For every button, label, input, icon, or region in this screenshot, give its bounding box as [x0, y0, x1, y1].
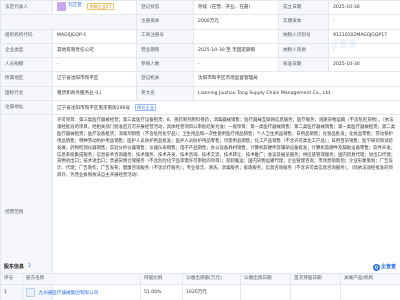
shareholders-section-header: 股东信息 2 Q 企查查 [0, 262, 400, 272]
col-header-first: 首次持股日期 [290, 273, 341, 285]
term-label: 营业期限 [136, 42, 194, 59]
reg-capital-value: 2000万元 [193, 14, 279, 30]
brand-logo: Q 企查查 [372, 263, 400, 271]
status-value: 存续（在营、开业、在册） [193, 0, 279, 16]
english-name-value: Lianning Jiuzhou Tong Supply Chain Manag… [193, 85, 400, 102]
staff-label: 人员规模 [0, 57, 53, 73]
blank-cell [0, 14, 137, 30]
insured-label: 参保人数 [136, 57, 194, 73]
insured-value: - [193, 57, 279, 73]
col-header-date: 认缴出资日期 [240, 273, 291, 285]
address-cell: 辽宁省沈阳市和平区南京南街296号 附近企业 [52, 100, 400, 116]
industry-label: 国标行业 [0, 85, 53, 102]
shareholders-title: 股东信息 [4, 263, 25, 270]
business-info-table: 法定代表人 刘芷萱 关联企业27 登记状态 存续（在营、开业、在册） 成立日期 … [0, 0, 400, 300]
address-label: 注册地址 [0, 100, 53, 116]
legal-rep-cell: 刘芷萱 关联企业27 [52, 0, 137, 16]
brand-name: 企查查 [380, 263, 396, 270]
row-amount: 1020万元 [182, 284, 241, 300]
business-reg-no-label: 工商注册号 [136, 28, 194, 44]
reg-capital-label: 注册资本 [136, 14, 194, 30]
org-code-label: 组织机构代码 [0, 28, 53, 44]
nearby-companies-link[interactable]: 附近企业 [134, 103, 157, 112]
col-header-name: 股东名称 [22, 273, 141, 285]
shareholders-table: 序号 股东名称 持股比例 认缴出资额(万元) 认缴出资日期 首次持股日期 关联产… [0, 273, 400, 300]
brand-logo-icon: Q [372, 263, 380, 271]
region-value: 辽宁省沈阳市和平区 [52, 71, 137, 87]
approval-date-value: 2025-10-30 [328, 57, 400, 73]
shareholder-logo-icon [26, 288, 35, 297]
col-header-ratio: 持股比例 [140, 273, 183, 285]
staff-value: - [52, 57, 137, 73]
table-row: 1 九州通医疗器械集团有限公司 51.00% 1020万元 [0, 284, 400, 300]
legal-rep-avatar [57, 1, 66, 11]
approval-date-label: 核准日期 [278, 57, 329, 73]
paid-capital-label: 实缴资本 [278, 14, 329, 30]
legal-rep-label: 法定代表人 [0, 0, 53, 16]
taxpayer-qual-value: - [328, 42, 400, 59]
authority-value: 沈阳市和平区市场监督管理局 [193, 71, 400, 87]
row-ratio: 51.00% [140, 284, 183, 300]
business-reg-no-value [193, 28, 279, 44]
org-code-value: MAG0JGQP-1 [52, 28, 137, 44]
legal-rep-name-link[interactable]: 刘芷萱 [68, 3, 82, 9]
col-header-amount: 认缴出资额(万元) [182, 273, 241, 285]
shareholders-count: 2 [28, 264, 31, 270]
col-header-index: 序号 [0, 273, 23, 285]
shareholders-header-row: 序号 股东名称 持股比例 认缴出资额(万元) 认缴出资日期 首次持股日期 关联产… [0, 273, 400, 285]
row-first [290, 284, 341, 300]
shareholder-name-link[interactable]: 九州通医疗器械集团有限公司 [38, 291, 98, 296]
industry-value: 租赁和商务服务业 (L) [52, 85, 137, 102]
region-label: 所属地区 [0, 71, 53, 87]
row-index: 1 [0, 284, 23, 300]
english-name-label: 英文名 [136, 85, 194, 102]
related-companies-tag[interactable]: 关联企业27 [86, 2, 114, 10]
row-date [240, 284, 291, 300]
company-type-value: 其他有限责任公司 [52, 42, 137, 59]
term-value: 2025-10-30 至 无固定期限 [193, 42, 279, 59]
taxpayer-id-label: 纳税人识别号 [278, 28, 329, 44]
taxpayer-id-value: 91210102MAG0JGQP17 [328, 28, 400, 44]
authority-label: 登记机关 [136, 71, 194, 87]
paid-capital-value: - [328, 14, 400, 30]
row-product [340, 284, 400, 300]
address-value: 辽宁省沈阳市和平区南京南街296号 [57, 105, 131, 111]
company-info-page: 法定代表人 刘芷萱 关联企业27 登记状态 存续（在营、开业、在册） 成立日期 … [0, 0, 400, 300]
status-label: 登记状态 [136, 0, 194, 16]
taxpayer-qual-label: 纳税人资质 [278, 42, 329, 59]
row-name-cell: 九州通医疗器械集团有限公司 [22, 284, 141, 300]
est-date-value: 2025-10-30 [328, 0, 400, 16]
company-type-label: 企业类型 [0, 42, 53, 59]
col-header-product: 关联产品/机构 [340, 273, 400, 285]
est-date-label: 成立日期 [278, 0, 329, 16]
